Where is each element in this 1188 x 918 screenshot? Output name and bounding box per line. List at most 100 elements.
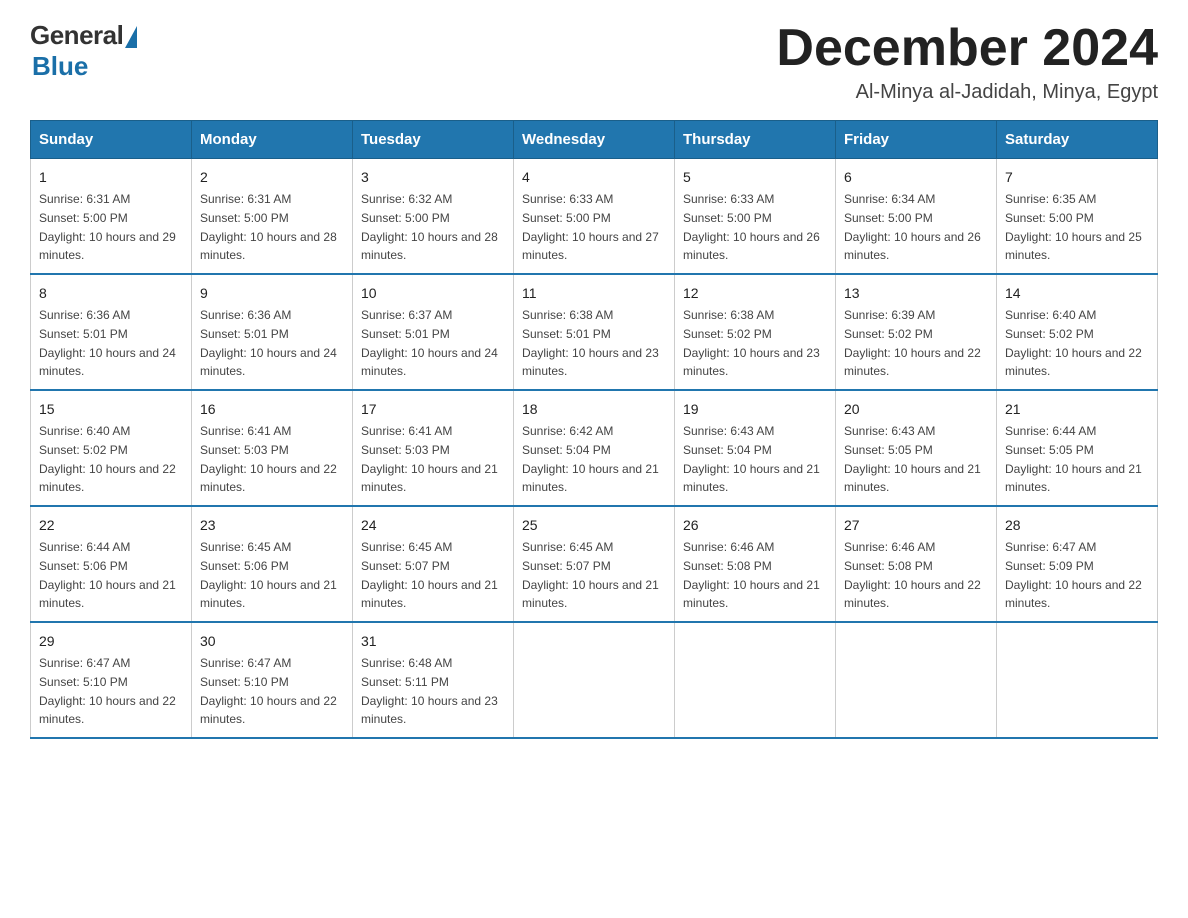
day-number: 29 <box>39 631 183 652</box>
day-number: 13 <box>844 283 988 304</box>
calendar-cell: 5Sunrise: 6:33 AMSunset: 5:00 PMDaylight… <box>675 159 836 275</box>
day-number: 3 <box>361 167 505 188</box>
day-number: 17 <box>361 399 505 420</box>
calendar-cell: 20 Sunrise: 6:43 AMSunset: 5:05 PMDayligh… <box>836 390 997 506</box>
logo-general-text: General <box>30 20 123 51</box>
calendar-cell: 25 Sunrise: 6:45 AMSunset: 5:07 PMDayligh… <box>514 506 675 622</box>
calendar-cell: 19 Sunrise: 6:43 AMSunset: 5:04 PMDayligh… <box>675 390 836 506</box>
calendar-cell: 3 Sunrise: 6:32 AMSunset: 5:00 PMDaylight… <box>353 159 514 275</box>
calendar-cell: 12Sunrise: 6:38 AMSunset: 5:02 PMDayligh… <box>675 274 836 390</box>
day-number: 14 <box>1005 283 1149 304</box>
day-number: 16 <box>200 399 344 420</box>
column-header-monday: Monday <box>192 121 353 159</box>
day-info: Sunrise: 6:42 AMSunset: 5:04 PMDaylight:… <box>522 424 659 494</box>
day-number: 28 <box>1005 515 1149 536</box>
calendar-cell: 11Sunrise: 6:38 AMSunset: 5:01 PMDayligh… <box>514 274 675 390</box>
calendar-cell: 23 Sunrise: 6:45 AMSunset: 5:06 PMDayligh… <box>192 506 353 622</box>
week-row-4: 22 Sunrise: 6:44 AMSunset: 5:06 PMDayligh… <box>31 506 1158 622</box>
location-text: Al-Minya al-Jadidah, Minya, Egypt <box>776 81 1158 104</box>
logo: General Blue <box>30 20 137 82</box>
calendar-header: SundayMondayTuesdayWednesdayThursdayFrid… <box>31 121 1158 159</box>
column-header-tuesday: Tuesday <box>353 121 514 159</box>
day-number: 7 <box>1005 167 1149 188</box>
title-section: December 2024 Al-Minya al-Jadidah, Minya… <box>776 20 1158 104</box>
day-info: Sunrise: 6:40 AMSunset: 5:02 PMDaylight:… <box>39 424 176 494</box>
day-info: Sunrise: 6:41 AMSunset: 5:03 PMDaylight:… <box>361 424 498 494</box>
day-number: 12 <box>683 283 827 304</box>
calendar-cell: 7Sunrise: 6:35 AMSunset: 5:00 PMDaylight… <box>997 159 1158 275</box>
day-info: Sunrise: 6:36 AMSunset: 5:01 PMDaylight:… <box>200 308 337 378</box>
calendar-body: 1Sunrise: 6:31 AMSunset: 5:00 PMDaylight… <box>31 159 1158 739</box>
day-number: 21 <box>1005 399 1149 420</box>
calendar-cell: 2Sunrise: 6:31 AMSunset: 5:00 PMDaylight… <box>192 159 353 275</box>
calendar-cell: 24 Sunrise: 6:45 AMSunset: 5:07 PMDayligh… <box>353 506 514 622</box>
calendar-cell: 29 Sunrise: 6:47 AMSunset: 5:10 PMDayligh… <box>31 622 192 738</box>
calendar-cell <box>836 622 997 738</box>
calendar-cell <box>997 622 1158 738</box>
column-header-saturday: Saturday <box>997 121 1158 159</box>
column-header-sunday: Sunday <box>31 121 192 159</box>
day-info: Sunrise: 6:43 AMSunset: 5:04 PMDaylight:… <box>683 424 820 494</box>
page-header: General Blue December 2024 Al-Minya al-J… <box>30 20 1158 104</box>
month-title: December 2024 <box>776 20 1158 77</box>
day-info: Sunrise: 6:45 AMSunset: 5:07 PMDaylight:… <box>522 540 659 610</box>
calendar-cell: 18 Sunrise: 6:42 AMSunset: 5:04 PMDayligh… <box>514 390 675 506</box>
day-info: Sunrise: 6:33 AMSunset: 5:00 PMDaylight:… <box>683 192 820 262</box>
day-number: 31 <box>361 631 505 652</box>
header-row: SundayMondayTuesdayWednesdayThursdayFrid… <box>31 121 1158 159</box>
calendar-cell: 10Sunrise: 6:37 AMSunset: 5:01 PMDayligh… <box>353 274 514 390</box>
day-info: Sunrise: 6:36 AMSunset: 5:01 PMDaylight:… <box>39 308 176 378</box>
day-info: Sunrise: 6:46 AMSunset: 5:08 PMDaylight:… <box>844 540 981 610</box>
calendar-cell: 27 Sunrise: 6:46 AMSunset: 5:08 PMDayligh… <box>836 506 997 622</box>
day-info: Sunrise: 6:44 AMSunset: 5:06 PMDaylight:… <box>39 540 176 610</box>
calendar-cell: 15 Sunrise: 6:40 AMSunset: 5:02 PMDayligh… <box>31 390 192 506</box>
day-info: Sunrise: 6:45 AMSunset: 5:06 PMDaylight:… <box>200 540 337 610</box>
calendar-cell: 30 Sunrise: 6:47 AMSunset: 5:10 PMDayligh… <box>192 622 353 738</box>
day-info: Sunrise: 6:37 AMSunset: 5:01 PMDaylight:… <box>361 308 498 378</box>
calendar-table: SundayMondayTuesdayWednesdayThursdayFrid… <box>30 120 1158 739</box>
calendar-cell: 13 Sunrise: 6:39 AMSunset: 5:02 PMDayligh… <box>836 274 997 390</box>
week-row-2: 8 Sunrise: 6:36 AMSunset: 5:01 PMDaylight… <box>31 274 1158 390</box>
column-header-thursday: Thursday <box>675 121 836 159</box>
calendar-cell: 9 Sunrise: 6:36 AMSunset: 5:01 PMDaylight… <box>192 274 353 390</box>
day-info: Sunrise: 6:31 AMSunset: 5:00 PMDaylight:… <box>39 192 176 262</box>
day-number: 8 <box>39 283 183 304</box>
day-info: Sunrise: 6:38 AMSunset: 5:01 PMDaylight:… <box>522 308 659 378</box>
day-info: Sunrise: 6:40 AMSunset: 5:02 PMDaylight:… <box>1005 308 1142 378</box>
day-info: Sunrise: 6:32 AMSunset: 5:00 PMDaylight:… <box>361 192 498 262</box>
day-info: Sunrise: 6:31 AMSunset: 5:00 PMDaylight:… <box>200 192 337 262</box>
calendar-cell: 4Sunrise: 6:33 AMSunset: 5:00 PMDaylight… <box>514 159 675 275</box>
day-info: Sunrise: 6:45 AMSunset: 5:07 PMDaylight:… <box>361 540 498 610</box>
calendar-cell <box>514 622 675 738</box>
day-number: 23 <box>200 515 344 536</box>
day-number: 19 <box>683 399 827 420</box>
calendar-cell: 28Sunrise: 6:47 AMSunset: 5:09 PMDayligh… <box>997 506 1158 622</box>
day-number: 20 <box>844 399 988 420</box>
column-header-wednesday: Wednesday <box>514 121 675 159</box>
day-number: 22 <box>39 515 183 536</box>
day-info: Sunrise: 6:47 AMSunset: 5:10 PMDaylight:… <box>39 656 176 726</box>
day-number: 25 <box>522 515 666 536</box>
day-info: Sunrise: 6:47 AMSunset: 5:10 PMDaylight:… <box>200 656 337 726</box>
calendar-cell: 26Sunrise: 6:46 AMSunset: 5:08 PMDayligh… <box>675 506 836 622</box>
week-row-5: 29 Sunrise: 6:47 AMSunset: 5:10 PMDayligh… <box>31 622 1158 738</box>
calendar-cell: 16Sunrise: 6:41 AMSunset: 5:03 PMDayligh… <box>192 390 353 506</box>
day-info: Sunrise: 6:39 AMSunset: 5:02 PMDaylight:… <box>844 308 981 378</box>
day-number: 9 <box>200 283 344 304</box>
day-number: 24 <box>361 515 505 536</box>
day-info: Sunrise: 6:43 AMSunset: 5:05 PMDaylight:… <box>844 424 981 494</box>
day-number: 18 <box>522 399 666 420</box>
logo-blue-text: Blue <box>32 51 88 82</box>
week-row-1: 1Sunrise: 6:31 AMSunset: 5:00 PMDaylight… <box>31 159 1158 275</box>
calendar-cell: 31Sunrise: 6:48 AMSunset: 5:11 PMDayligh… <box>353 622 514 738</box>
day-number: 6 <box>844 167 988 188</box>
calendar-cell: 6Sunrise: 6:34 AMSunset: 5:00 PMDaylight… <box>836 159 997 275</box>
column-header-friday: Friday <box>836 121 997 159</box>
day-number: 30 <box>200 631 344 652</box>
day-number: 15 <box>39 399 183 420</box>
calendar-cell <box>675 622 836 738</box>
calendar-cell: 22 Sunrise: 6:44 AMSunset: 5:06 PMDayligh… <box>31 506 192 622</box>
week-row-3: 15 Sunrise: 6:40 AMSunset: 5:02 PMDayligh… <box>31 390 1158 506</box>
day-number: 27 <box>844 515 988 536</box>
logo-triangle-icon <box>125 26 137 48</box>
